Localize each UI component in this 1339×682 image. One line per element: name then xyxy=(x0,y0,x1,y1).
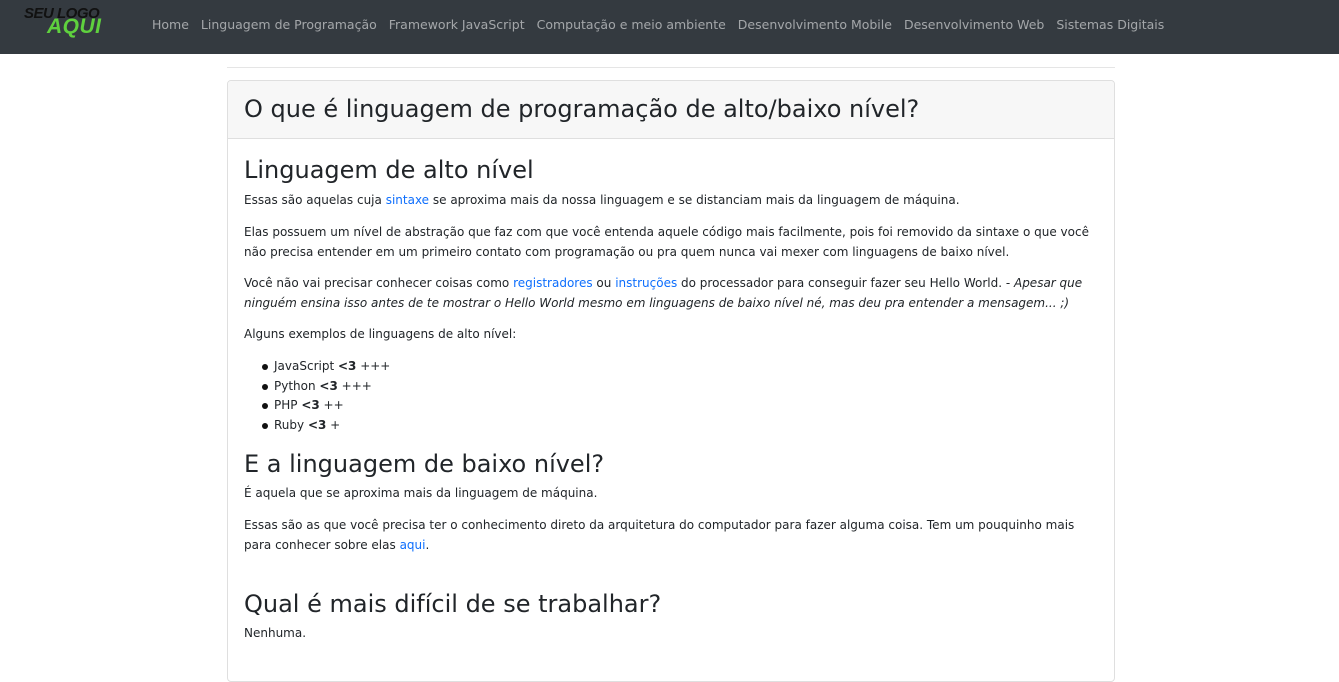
list-item: Python <3 +++ xyxy=(261,377,390,397)
paragraph: Nenhuma. xyxy=(244,626,307,640)
article-card: O que é linguagem de programação de alto… xyxy=(227,80,1115,682)
section-heading-baixo-nivel: E a linguagem de baixo nível? xyxy=(244,450,605,478)
link-registradores[interactable]: registradores xyxy=(513,276,593,290)
list-item: PHP <3 ++ xyxy=(261,396,390,416)
link-sintaxe[interactable]: sintaxe xyxy=(386,193,429,207)
nav-item-desenvolvimento-web[interactable]: Desenvolvimento Web xyxy=(898,16,1050,34)
paragraph: Essas são as que você precisa ter o conh… xyxy=(244,518,1075,552)
paragraph: É aquela que se aproxima mais da linguag… xyxy=(244,486,598,500)
divider xyxy=(227,67,1115,68)
nav-item-linguagem-programacao[interactable]: Linguagem de Programação xyxy=(195,16,383,34)
list-item: Ruby <3 + xyxy=(261,416,390,436)
paragraph: Alguns exemplos de linguagens de alto ní… xyxy=(244,327,517,341)
nav-item-desenvolvimento-mobile[interactable]: Desenvolvimento Mobile xyxy=(732,16,898,34)
nav-item-sistemas-digitais[interactable]: Sistemas Digitais xyxy=(1050,16,1170,34)
link-instrucoes[interactable]: instruções xyxy=(615,276,677,290)
nav-item-computacao-meio-ambiente[interactable]: Computação e meio ambiente xyxy=(531,16,732,34)
examples-list: JavaScript <3 +++ Python <3 +++ PHP <3 +… xyxy=(244,357,390,435)
paragraph: Você não vai precisar conhecer coisas co… xyxy=(244,276,1083,310)
top-navbar: SEU LOGO AQUI Home Linguagem de Programa… xyxy=(0,0,1339,54)
section-heading-alto-nivel: Linguagem de alto nível xyxy=(244,156,534,184)
logo-line-2: AQUI xyxy=(47,15,102,38)
page-title: O que é linguagem de programação de alto… xyxy=(244,95,920,123)
main-nav: Home Linguagem de Programação Framework … xyxy=(146,16,1170,34)
nav-item-home[interactable]: Home xyxy=(146,16,195,34)
section-heading-mais-dificil: Qual é mais difícil de se trabalhar? xyxy=(244,590,662,618)
nav-item-framework-javascript[interactable]: Framework JavaScript xyxy=(383,16,531,34)
list-item: JavaScript <3 +++ xyxy=(261,357,390,377)
site-logo[interactable]: SEU LOGO AQUI xyxy=(22,6,127,38)
card-header: O que é linguagem de programação de alto… xyxy=(228,81,1114,139)
link-aqui[interactable]: aqui xyxy=(400,538,426,552)
paragraph: Elas possuem um nível de abstração que f… xyxy=(244,225,1089,259)
paragraph: Essas são aquelas cuja sintaxe se aproxi… xyxy=(244,193,960,207)
